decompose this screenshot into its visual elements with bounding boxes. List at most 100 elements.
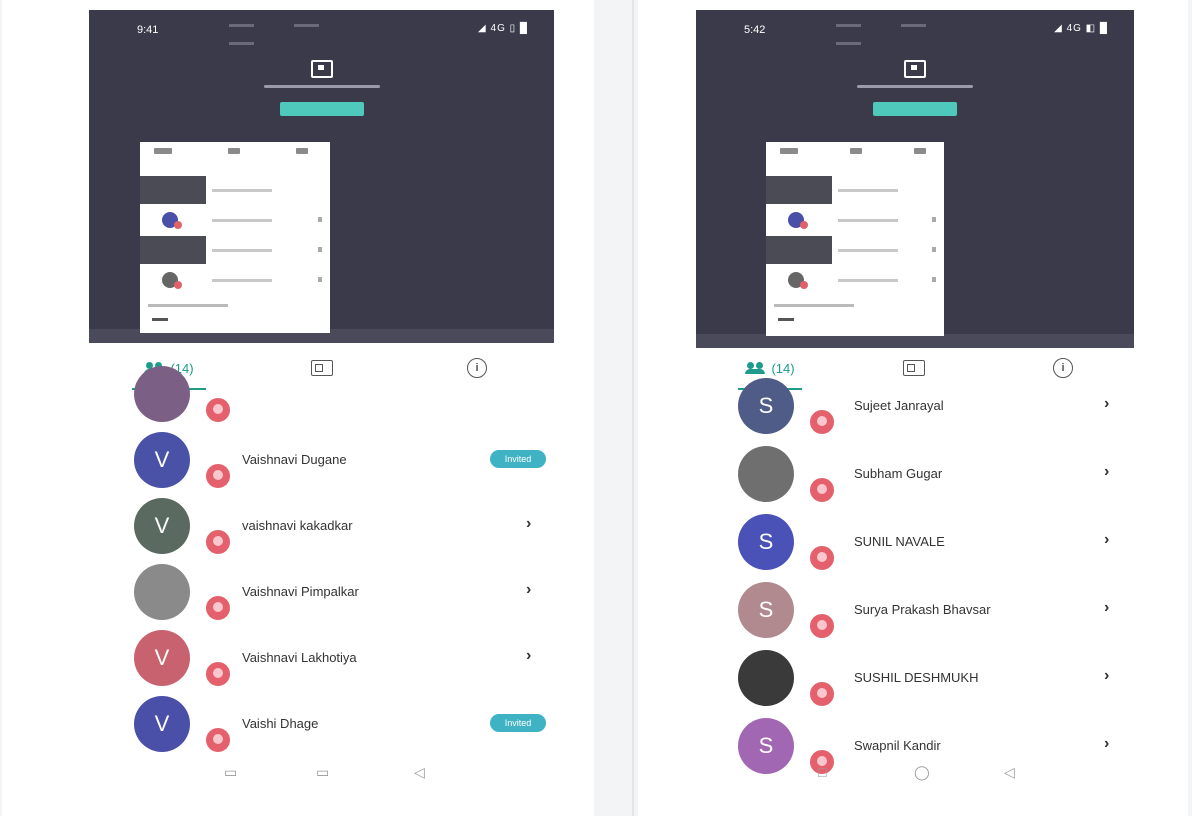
participant-row[interactable] — [2, 366, 594, 432]
participant-row[interactable]: V Vaishnavi Lakhotiya › — [2, 630, 594, 696]
avatar-initial: S — [758, 529, 774, 554]
mini-row — [766, 176, 944, 204]
phone-screen-left: 9:41 ◢ 4G ▯ █ (14) i V Vaishnavi Dugane … — [2, 0, 594, 816]
avatar-initial: S — [758, 393, 774, 418]
avatar: V — [134, 696, 190, 752]
chevron-right-icon[interactable]: › — [1104, 599, 1109, 617]
participant-row[interactable]: Vvaishnavi kakadkar › — [2, 498, 594, 564]
video-bottom-strip — [696, 334, 1134, 348]
avatar — [134, 564, 190, 620]
status-badge — [204, 462, 232, 490]
avatar-initial: V — [154, 513, 170, 538]
status-indicators — [229, 14, 399, 45]
participant-row[interactable]: V Vaishnavi Dugane Invited — [2, 432, 594, 498]
participant-row[interactable]: Vaishnavi Pimpalkar › — [2, 564, 594, 630]
status-icons: ◢ 4G ◧ █ — [1054, 23, 1108, 34]
chevron-right-icon[interactable]: › — [526, 581, 531, 599]
home-icon[interactable]: ◯ — [914, 764, 930, 781]
mini-row — [140, 266, 330, 294]
avatar: V — [134, 630, 190, 686]
chevron-right-icon[interactable]: › — [1104, 735, 1109, 753]
mini-row — [766, 236, 944, 264]
recents-icon[interactable]: □ — [818, 764, 826, 780]
chevron-right-icon[interactable]: › — [1104, 463, 1109, 481]
avatar — [134, 366, 190, 422]
chevron-right-icon[interactable]: › — [1104, 531, 1109, 549]
mini-row — [766, 206, 944, 234]
participant-name: Swapnil Kandir — [854, 738, 941, 753]
avatar: V — [134, 432, 190, 488]
mini-row — [140, 236, 330, 264]
status-icons: ◢ 4G ▯ █ — [478, 23, 528, 34]
mini-tabs — [148, 146, 322, 156]
avatar-initial: V — [154, 711, 170, 736]
participant-name: Vaishnavi Lakhotiya — [242, 650, 357, 665]
participant-row[interactable]: S Sujeet Janrayal › — [638, 378, 1188, 444]
status-badge — [204, 726, 232, 754]
status-badge — [808, 544, 836, 572]
stop-sharing-button[interactable] — [279, 102, 364, 116]
status-badge — [808, 408, 836, 436]
avatar-initial: S — [758, 733, 774, 758]
avatar-initial: V — [154, 447, 170, 472]
participant-row[interactable]: SUSHIL DESHMUKH › — [638, 650, 1188, 716]
mirrored-screen — [766, 142, 944, 336]
screen-divider — [632, 0, 634, 816]
layout-icon — [903, 360, 925, 376]
participant-name: Subham Gugar — [854, 466, 943, 481]
status-time: 9:41 — [137, 24, 159, 36]
chevron-right-icon[interactable]: › — [526, 647, 531, 665]
invite-status-pill[interactable]: Invited — [490, 450, 546, 468]
status-indicators — [836, 14, 1006, 45]
chevron-right-icon[interactable]: › — [1104, 395, 1109, 413]
back-icon[interactable]: ◁ — [414, 764, 425, 781]
participant-row[interactable]: Subham Gugar › — [638, 446, 1188, 512]
cast-icon — [310, 60, 333, 78]
status-badge — [204, 396, 232, 424]
recents-icon[interactable]: ▭ — [224, 764, 237, 781]
participants-count: (14) — [771, 360, 795, 376]
chevron-right-icon[interactable]: › — [1104, 667, 1109, 685]
cast-caption — [857, 85, 973, 88]
avatar: S — [738, 514, 794, 570]
status-badge — [204, 660, 232, 688]
avatar — [738, 446, 794, 502]
participant-row[interactable]: S Surya Prakash Bhavsar › — [638, 582, 1188, 648]
back-icon[interactable]: ◁ — [1004, 764, 1015, 781]
status-badge — [204, 528, 232, 556]
system-nav-bar: ▭ ▭ ◁ — [2, 760, 594, 784]
participant-row[interactable]: V Vaishi Dhage Invited — [2, 696, 594, 762]
home-icon[interactable]: ▭ — [316, 764, 329, 781]
people-icon — [745, 362, 767, 374]
invite-status-pill[interactable]: Invited — [490, 714, 546, 732]
participant-name: Sujeet Janrayal — [854, 398, 944, 413]
participant-name: SUNIL NAVALE — [854, 534, 945, 549]
mini-tabs — [774, 146, 936, 156]
avatar-initial: V — [154, 645, 170, 670]
chevron-right-icon[interactable]: › — [526, 515, 531, 533]
participant-name: Vaishnavi Pimpalkar — [242, 584, 359, 599]
participant-name: Vaishi Dhage — [242, 716, 319, 731]
status-badge — [204, 594, 232, 622]
participant-name: SUSHIL DESHMUKH — [854, 670, 979, 685]
mirrored-screen — [140, 142, 330, 333]
status-badge — [808, 476, 836, 504]
participant-row[interactable]: S SUNIL NAVALE › — [638, 514, 1188, 580]
avatar: V — [134, 498, 190, 554]
system-nav-bar: □ ◯ ◁ — [638, 760, 1188, 784]
phone-screen-right: 5:42 ◢ 4G ◧ █ (14) i S Sujeet Janrayal ›… — [638, 0, 1188, 816]
avatar: S — [738, 378, 794, 434]
cast-caption — [263, 85, 380, 88]
avatar: S — [738, 582, 794, 638]
stop-sharing-button[interactable] — [873, 102, 957, 116]
participant-name: Surya Prakash Bhavsar — [854, 602, 991, 617]
status-badge — [808, 612, 836, 640]
avatar — [738, 650, 794, 706]
cast-icon — [904, 60, 926, 78]
avatar-initial: S — [758, 597, 774, 622]
mini-row — [140, 176, 330, 204]
participant-name: Vaishnavi Dugane — [242, 452, 347, 467]
participant-name: vaishnavi kakadkar — [242, 518, 353, 533]
status-badge — [808, 680, 836, 708]
info-icon: i — [1053, 358, 1073, 378]
